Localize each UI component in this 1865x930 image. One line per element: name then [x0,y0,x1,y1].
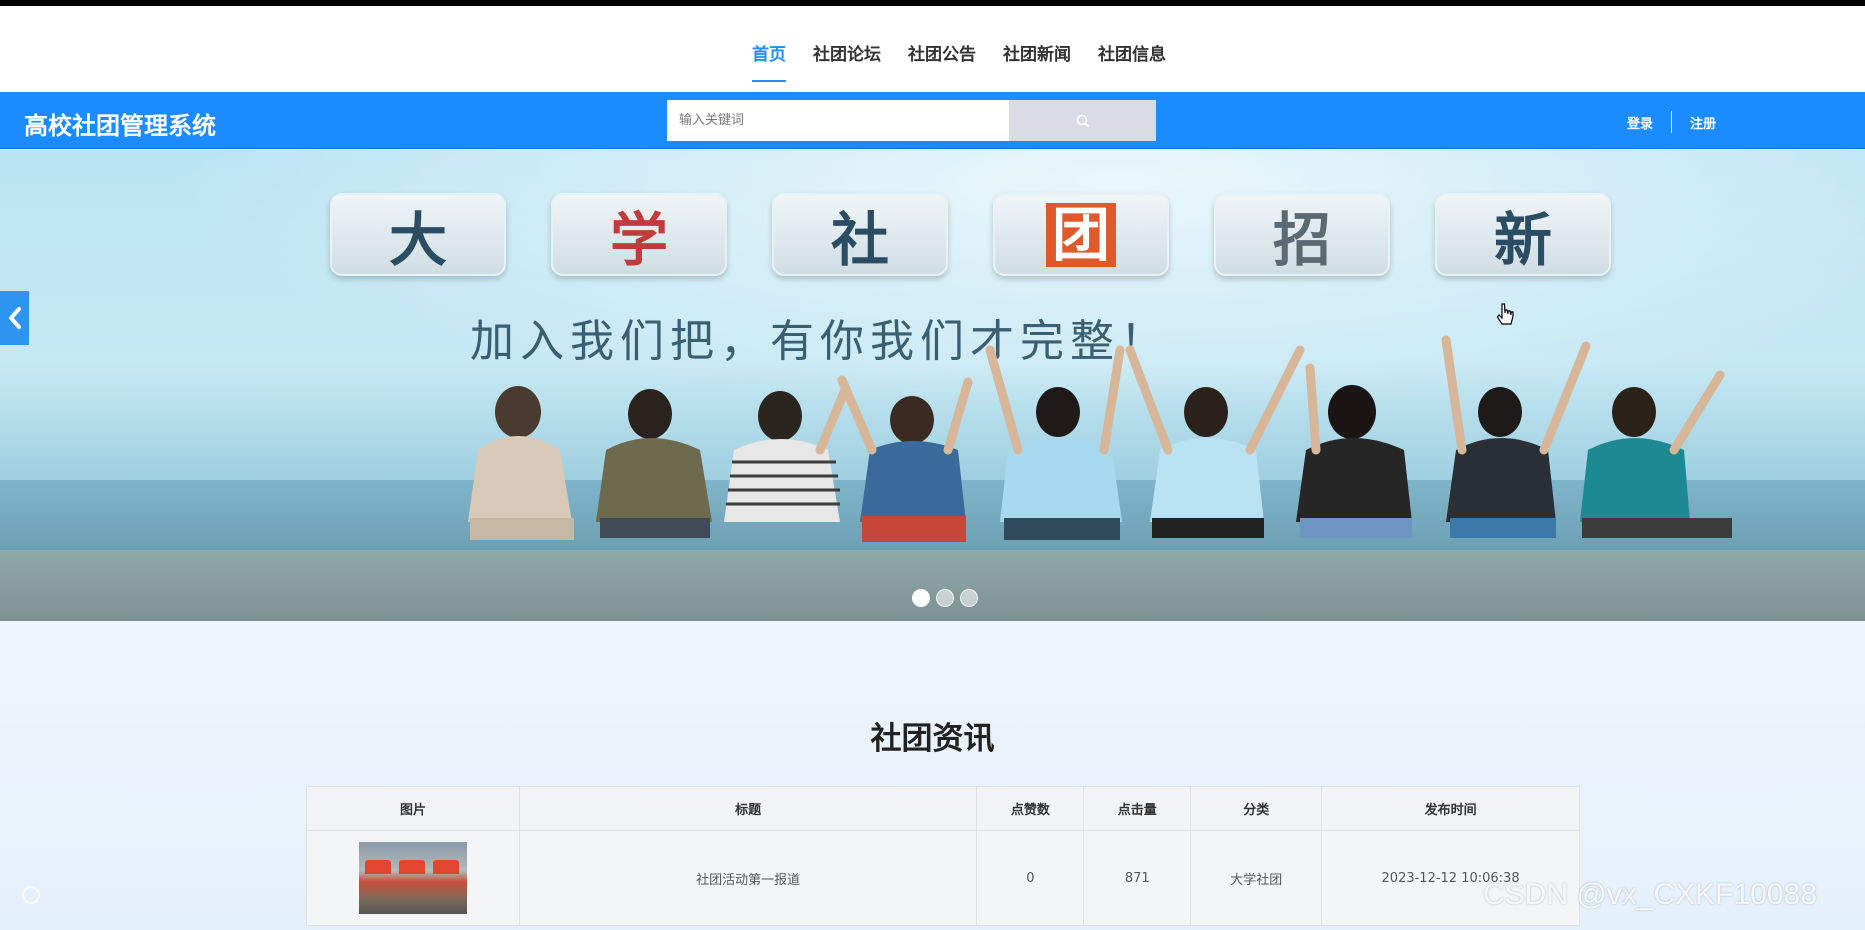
cell-category: 大学社团 [1190,830,1323,926]
section-title: 社团资讯 [870,721,995,757]
mouse-pointer-icon [1496,303,1514,325]
thumbnail-detail [364,860,391,874]
carousel-dot[interactable] [936,589,954,607]
chevron-left-icon [8,307,21,329]
search-icon [1076,114,1089,127]
column-header-clicks: 点击量 [1083,786,1192,831]
register-link[interactable]: 注册 [1690,113,1716,132]
column-header-likes: 点赞数 [976,786,1085,831]
cell-title[interactable]: 社团活动第一报道 [518,830,978,926]
main-menu: 首页 社团论坛 社团公告 社团新闻 社团信息 [752,40,1193,82]
auth-links: 登录 注册 [1627,111,1716,133]
cell-clicks: 871 [1083,830,1192,926]
column-header-published: 发布时间 [1321,786,1580,831]
floating-circle-icon [22,886,40,904]
nav-item-announcements[interactable]: 社团公告 [908,40,976,65]
thumbnail-detail [432,860,459,874]
top-navigation: 首页 社团论坛 社团公告 社团新闻 社团信息 [0,6,1865,92]
nav-item-home[interactable]: 首页 [752,40,786,82]
watermark-text: CSDN @vx_CXKF10088 [1483,878,1817,911]
login-link[interactable]: 登录 [1627,113,1653,132]
carousel-indicators [912,589,978,607]
column-header-category: 分类 [1190,786,1323,831]
table-header-row: 图片 标题 点赞数 点击量 分类 发布时间 [306,786,1580,831]
search-box [667,100,1156,141]
table-row[interactable]: 社团活动第一报道 0 871 大学社团 2023-12-12 10:06:38 [306,830,1580,926]
banner-people-illustration [468,335,1732,542]
search-button[interactable] [1009,100,1156,141]
cell-likes: 0 [976,830,1085,926]
nav-item-news[interactable]: 社团新闻 [1003,40,1071,65]
news-table: 图片 标题 点赞数 点击量 分类 发布时间 社团活动第一报道 0 871 大学社… [306,786,1580,926]
carousel-dot[interactable] [912,589,930,607]
site-title: 高校社团管理系统 [24,112,216,140]
search-input[interactable] [667,100,1009,141]
news-thumbnail-image[interactable] [358,842,467,914]
cell-image [306,830,520,926]
carousel-dot[interactable] [960,589,978,607]
banner-carousel[interactable]: 大 学 社 团 招 新 加入我们把，有你我们才完整！ [0,150,1865,621]
nav-item-forum[interactable]: 社团论坛 [813,40,881,65]
auth-divider [1671,111,1673,133]
carousel-prev-button[interactable] [0,291,29,345]
thumbnail-detail [398,860,425,874]
header-bar: 高校社团管理系统 登录 注册 [0,92,1865,149]
column-header-image: 图片 [306,786,520,831]
column-header-title: 标题 [518,786,978,831]
nav-item-club-info[interactable]: 社团信息 [1098,40,1166,65]
